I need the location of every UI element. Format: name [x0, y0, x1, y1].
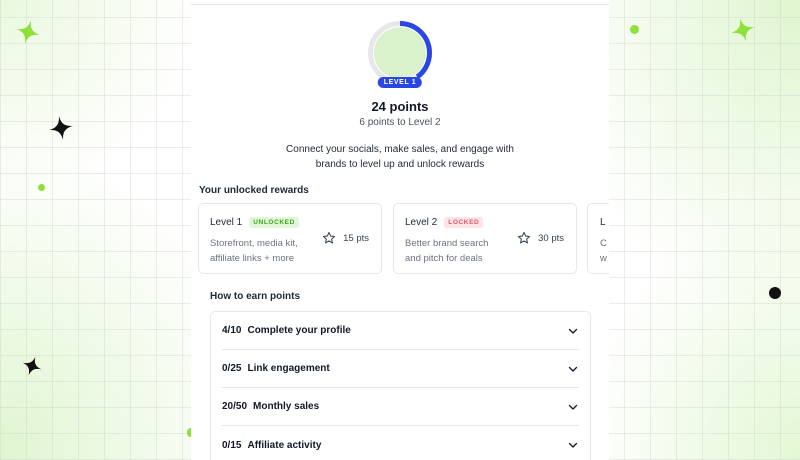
description-line: brands to level up and unlock rewards — [315, 159, 485, 170]
dot-decoration — [769, 287, 781, 299]
accordion-item-monthly-sales[interactable]: 20/50 Monthly sales — [222, 388, 579, 426]
reward-description-line: Better brand search — [405, 238, 489, 249]
rewards-description: Connect your socials, make sales, and en… — [191, 142, 609, 172]
reward-description: C w — [600, 236, 607, 266]
earn-task: Link engagement — [247, 363, 330, 374]
panel-divider — [191, 4, 609, 5]
accordion-item-complete-profile[interactable]: 4/10 Complete your profile — [222, 312, 579, 350]
earn-progress: 4/10 — [222, 325, 242, 336]
earn-task: Complete your profile — [247, 325, 351, 336]
earn-progress: 20/50 — [222, 401, 248, 412]
reward-points-value: 15 pts — [343, 232, 369, 244]
ring-inner — [374, 27, 426, 79]
earn-task: Monthly sales — [253, 401, 320, 412]
reward-level: Level 1 — [210, 217, 243, 228]
chevron-down-icon[interactable] — [567, 439, 579, 451]
points-total: 24 points — [371, 99, 429, 114]
chevron-down-icon[interactable] — [567, 363, 579, 375]
description-line: Connect your socials, make sales, and en… — [286, 144, 514, 155]
dot-decoration — [630, 25, 639, 34]
reward-points: 15 pts — [322, 231, 369, 245]
earn-points-heading: How to earn points — [210, 291, 300, 302]
reward-level: Level 2 — [405, 217, 438, 228]
level-badge: LEVEL 1 — [377, 77, 423, 88]
reward-level: L — [600, 217, 606, 228]
earn-progress: 0/15 — [222, 439, 242, 451]
reward-card-level-1[interactable]: Level 1 UNLOCKED Storefront, media kit, … — [198, 203, 382, 274]
reward-description-line: and pitch for deals — [405, 253, 483, 264]
level-progress-ring: LEVEL 1 — [367, 20, 433, 90]
reward-card-level-3[interactable]: L C w — [587, 203, 609, 274]
accordion-item-affiliate-activity[interactable]: 0/15 Affiliate activity — [222, 426, 579, 460]
status-badge: LOCKED — [444, 217, 484, 228]
sparkle-icon — [16, 20, 40, 44]
accordion-label: 0/25 Link engagement — [222, 363, 330, 374]
reward-description: Storefront, media kit, affiliate links +… — [210, 236, 298, 266]
reward-title: L — [600, 217, 606, 228]
sparkle-icon — [49, 116, 73, 140]
rewards-heading: Your unlocked rewards — [199, 185, 309, 196]
rewards-panel: LEVEL 1 24 points 6 points to Level 2 Co… — [191, 0, 609, 460]
earn-points-accordion: 4/10 Complete your profile 0/25 Link eng… — [210, 311, 591, 460]
dot-decoration — [38, 184, 45, 191]
reward-title: Level 1 UNLOCKED — [210, 217, 299, 228]
reward-points-value: 30 pts — [538, 232, 564, 244]
points-to-next-level: 6 points to Level 2 — [359, 117, 441, 128]
chevron-down-icon[interactable] — [567, 401, 579, 413]
reward-points: 30 pts — [517, 231, 564, 245]
reward-description-line: C — [600, 238, 607, 249]
accordion-label: 0/15 Affiliate activity — [222, 440, 321, 451]
chevron-down-icon[interactable] — [567, 325, 579, 337]
status-badge: UNLOCKED — [249, 217, 299, 228]
reward-description-line: affiliate links + more — [210, 253, 295, 264]
earn-task: Affiliate activity — [247, 439, 322, 451]
sparkle-icon — [731, 18, 755, 42]
reward-card-level-2[interactable]: Level 2 LOCKED Better brand search and p… — [393, 203, 577, 274]
accordion-label: 20/50 Monthly sales — [222, 401, 319, 412]
reward-description-line: w — [600, 253, 607, 264]
reward-description-line: Storefront, media kit, — [210, 238, 298, 249]
star-outline-icon — [323, 231, 336, 244]
star-outline-icon — [518, 231, 531, 244]
reward-title: Level 2 LOCKED — [405, 217, 484, 228]
sparkle-icon — [22, 356, 42, 376]
accordion-item-link-engagement[interactable]: 0/25 Link engagement — [222, 350, 579, 388]
accordion-label: 4/10 Complete your profile — [222, 325, 351, 336]
earn-progress: 0/25 — [222, 363, 242, 374]
reward-description: Better brand search and pitch for deals — [405, 236, 488, 266]
